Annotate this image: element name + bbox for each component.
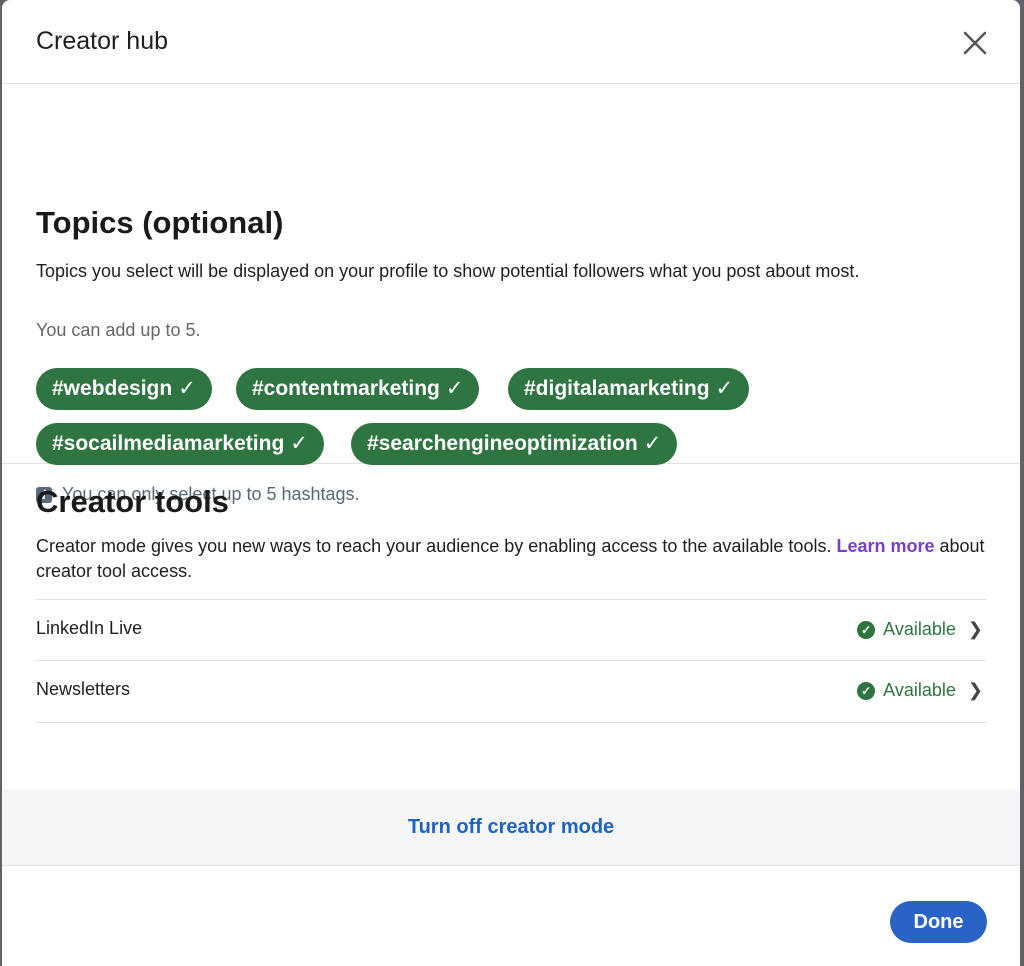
topic-pill-contentmarketing[interactable]: #contentmarketing ✓ <box>236 368 480 410</box>
check-icon: ✓ <box>445 377 464 400</box>
modal-header: Creator hub <box>2 0 1020 84</box>
pill-label: #webdesign <box>52 377 173 400</box>
modal-title: Creator hub <box>36 27 169 55</box>
tool-label: Newsletters <box>36 679 131 699</box>
topics-limit-text: You can add up to 5. <box>36 320 201 340</box>
check-icon: ✓ <box>643 432 662 455</box>
check-circle-icon: ✓ <box>857 620 876 639</box>
topic-pill-webdesign[interactable]: #webdesign ✓ <box>36 368 212 410</box>
status-text: Available <box>883 680 956 700</box>
tool-status: ✓ Available ❯ <box>857 619 983 640</box>
desc-before: Creator mode gives you new ways to reach… <box>36 536 837 556</box>
topics-heading: Topics (optional) <box>36 205 284 240</box>
topics-description: Topics you select will be displayed on y… <box>36 261 860 281</box>
chevron-right-icon: ❯ <box>967 619 983 639</box>
done-button[interactable]: Done <box>890 901 987 943</box>
check-icon: ✓ <box>715 377 734 400</box>
check-circle-icon: ✓ <box>857 681 876 700</box>
check-icon: ✓ <box>290 432 308 455</box>
learn-more-link[interactable]: Learn more <box>836 536 934 556</box>
tool-row-newsletters[interactable]: Newsletters ✓ Available ❯ <box>36 660 987 723</box>
topic-pill-searchengineoptimization[interactable]: #searchengineoptimization ✓ <box>351 423 678 465</box>
creator-tools-description: Creator mode gives you new ways to reach… <box>36 534 986 584</box>
creator-hub-modal: Creator hub Topics (optional) Topics you… <box>2 0 1020 966</box>
chevron-right-icon: ❯ <box>967 680 983 700</box>
tool-label: LinkedIn Live <box>36 618 143 638</box>
pill-label: #searchengineoptimization <box>367 432 638 455</box>
pill-label: #socailmediamarketing <box>52 432 285 455</box>
pill-label: #digitalamarketing <box>524 377 710 400</box>
check-icon: ✓ <box>178 377 196 400</box>
tool-status: ✓ Available ❯ <box>857 680 983 701</box>
status-text: Available <box>883 619 956 639</box>
tool-row-linkedin-live[interactable]: LinkedIn Live ✓ Available ❯ <box>36 599 987 661</box>
turn-off-bar: Turn off creator mode <box>2 789 1020 866</box>
creator-tools-section: Creator tools Creator mode gives you new… <box>2 464 1020 790</box>
close-icon[interactable] <box>960 28 990 58</box>
turn-off-creator-mode-button[interactable]: Turn off creator mode <box>408 816 614 839</box>
pill-label: #contentmarketing <box>252 377 440 400</box>
topic-pill-digitalamarketing[interactable]: #digitalamarketing ✓ <box>508 368 750 410</box>
topic-pill-socailmediamarketing[interactable]: #socailmediamarketing ✓ <box>36 423 324 465</box>
topics-section: Topics (optional) Topics you select will… <box>2 84 1020 504</box>
creator-tools-heading: Creator tools <box>36 484 229 519</box>
